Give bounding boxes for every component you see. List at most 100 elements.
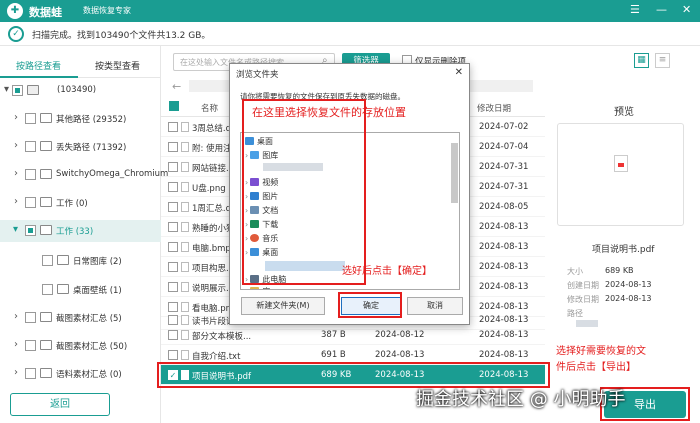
row-checkbox[interactable]	[168, 162, 178, 172]
file-modified: 2024-08-13	[479, 315, 529, 325]
drive-icon	[27, 85, 39, 95]
row-checkbox[interactable]	[168, 262, 178, 272]
file-modified: 2024-08-13	[479, 242, 529, 252]
tree-checkbox[interactable]	[25, 197, 36, 208]
scan-status-text: 扫描完成。找到103490个文件共13.2 GB。	[32, 31, 211, 41]
tree-checkbox[interactable]	[42, 284, 53, 295]
row-checkbox[interactable]	[168, 282, 178, 292]
file-name: 电脑.bmp	[192, 244, 231, 254]
row-checkbox[interactable]	[168, 202, 178, 212]
file-modified: 2024-08-13	[479, 330, 529, 340]
column-modified[interactable]: 修改日期	[477, 102, 511, 114]
file-icon	[181, 282, 189, 292]
tree-checkbox[interactable]	[25, 312, 36, 323]
row-checkbox[interactable]	[168, 315, 178, 325]
size-label: 大小	[567, 267, 583, 276]
select-all-checkbox[interactable]	[169, 101, 179, 111]
created-label: 创建日期	[567, 281, 599, 290]
tree-item-label: 丢失路径 (71392)	[56, 143, 127, 153]
tree-checkbox[interactable]	[12, 85, 23, 96]
file-icon	[181, 182, 189, 192]
file-modified: 2024-07-02	[479, 122, 529, 132]
tree-item-other-paths[interactable]: › 其他路径 (29352)	[0, 108, 161, 130]
tree-checkbox[interactable]	[25, 169, 36, 180]
tree-item-switchyomega[interactable]: › SwitchyOmega_Chromium	[0, 164, 168, 186]
file-icon	[181, 122, 189, 132]
preview-box	[557, 123, 684, 226]
minimize-icon[interactable]: —	[656, 3, 667, 16]
tree-item-work-33[interactable]: ▾ 工作 (33)	[0, 220, 161, 242]
file-name: 部分文本模板...	[192, 332, 252, 342]
tree-checkbox[interactable]	[25, 113, 36, 124]
chevron-right-icon[interactable]: ›	[14, 311, 18, 322]
menu-icon[interactable]: ☰	[630, 3, 640, 16]
tree-checkbox[interactable]	[25, 225, 36, 236]
cancel-button[interactable]: 取消	[407, 297, 463, 315]
dialog-title: 浏览文件夹	[236, 70, 279, 80]
file-name: 网站链接.t	[192, 164, 233, 174]
chevron-down-icon[interactable]: ▾	[13, 224, 18, 235]
tree-item-corpus[interactable]: › 语料素材汇总 (0)	[0, 363, 161, 385]
annotation-export-line2: 件后点击【导出】	[556, 362, 636, 373]
folder-icon	[40, 225, 52, 235]
folder-icon	[40, 312, 52, 322]
chevron-right-icon[interactable]: ›	[14, 339, 18, 350]
close-icon[interactable]: ✕	[682, 3, 691, 16]
new-folder-button[interactable]: 新建文件夹(M)	[241, 297, 325, 315]
row-checkbox[interactable]	[168, 242, 178, 252]
tree-item-root[interactable]: ▾ (103490)	[0, 80, 161, 102]
dialog-close-icon[interactable]: ✕	[455, 67, 463, 78]
preview-path: 路径	[567, 308, 583, 319]
tab-by-type[interactable]: 按类型查看	[95, 59, 140, 72]
folder-icon	[40, 169, 52, 179]
column-name[interactable]: 名称	[201, 102, 218, 114]
dialog-scrollbar[interactable]	[451, 143, 458, 203]
tree-item-label: 桌面壁纸 (1)	[73, 286, 122, 296]
file-name: 说明展示.p	[192, 284, 235, 294]
row-checkbox[interactable]	[168, 222, 178, 232]
file-date: 2024-08-13	[375, 350, 425, 360]
grid-view-icon[interactable]: ▦	[634, 53, 649, 68]
file-icon	[181, 350, 189, 360]
chevron-right-icon[interactable]: ›	[14, 367, 18, 378]
file-name: U盘.png	[192, 184, 226, 194]
row-checkbox[interactable]	[168, 122, 178, 132]
list-view-icon[interactable]: ≡	[655, 53, 670, 68]
row-checkbox[interactable]	[168, 350, 178, 360]
tree-item-work-0[interactable]: › 工作 (0)	[0, 192, 161, 214]
preview-title: 预览	[614, 107, 634, 118]
tree-checkbox[interactable]	[42, 255, 53, 266]
back-arrow-icon[interactable]: ←	[172, 80, 181, 93]
row-checkbox[interactable]	[168, 142, 178, 152]
file-icon	[181, 222, 189, 232]
tab-by-path[interactable]: 按路径查看	[16, 59, 61, 72]
file-date: 2024-08-12	[375, 330, 425, 340]
chevron-right-icon[interactable]: ›	[14, 168, 18, 179]
tree-item-lost-paths[interactable]: › 丢失路径 (71392)	[0, 136, 161, 158]
tree-item-label: (103490)	[57, 85, 97, 95]
chevron-right-icon[interactable]: ›	[14, 112, 18, 123]
file-size: 387 B	[321, 330, 346, 340]
chevron-right-icon[interactable]: ›	[14, 196, 18, 207]
tree-item-screenshots-50[interactable]: › 截图素材汇总 (50)	[0, 335, 161, 357]
tree-checkbox[interactable]	[25, 340, 36, 351]
file-icon	[181, 142, 189, 152]
row-checkbox[interactable]	[168, 182, 178, 192]
tree-item-daily-gallery[interactable]: 日常图库 (2)	[0, 250, 161, 272]
tree-item-wallpaper[interactable]: 桌面壁纸 (1)	[0, 279, 161, 301]
preview-size: 大小 689 KB	[567, 266, 634, 277]
preview-modified: 修改日期 2024-08-13	[567, 294, 652, 305]
chevron-right-icon[interactable]: ›	[14, 140, 18, 151]
table-row[interactable]: 部分文本模板... 387 B 2024-08-12 2024-08-13	[161, 325, 545, 345]
tree-checkbox[interactable]	[25, 368, 36, 379]
folder-tree-item[interactable]: ›库	[245, 286, 270, 289]
tree-item-screenshots-5[interactable]: › 截图素材汇总 (5)	[0, 307, 161, 329]
chevron-down-icon[interactable]: ▾	[4, 84, 9, 95]
folder-tree-label: 库	[262, 287, 270, 289]
back-button[interactable]: 返回	[10, 393, 110, 416]
tree-checkbox[interactable]	[25, 141, 36, 152]
preview-file-name: 项目说明书.pdf	[592, 245, 655, 255]
row-checkbox[interactable]	[168, 330, 178, 340]
folder-icon	[40, 368, 52, 378]
folder-icon	[40, 113, 52, 123]
